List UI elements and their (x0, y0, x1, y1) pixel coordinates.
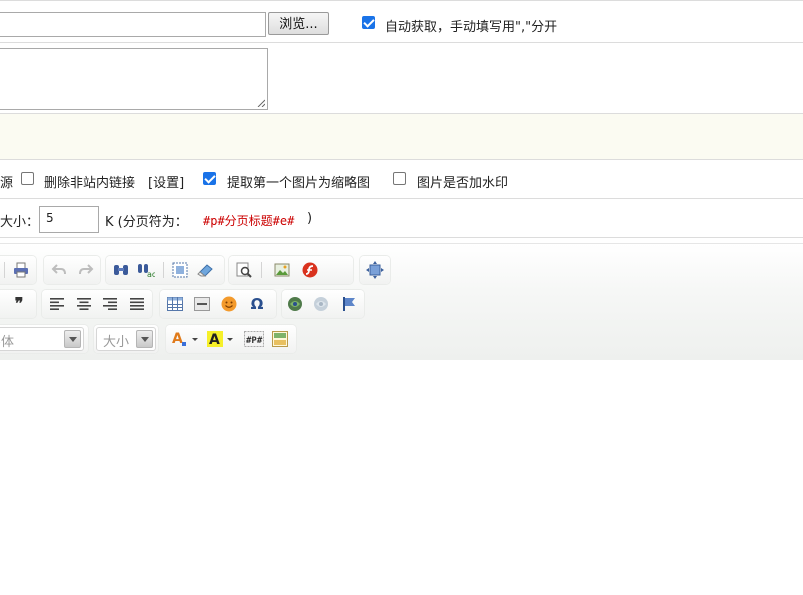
background-color-icon[interactable]: A (207, 330, 235, 348)
source-label-fragment: 源 (0, 176, 14, 191)
tag-row: 浏览... 自动获取，手动填写用","分开 (0, 0, 803, 43)
toolbar-group-edit: ac (106, 256, 224, 284)
pagination-row: 大小： K (分页符为： #p#分页标题#e# ) (0, 199, 803, 238)
tags-input[interactable] (0, 12, 266, 37)
settings-link[interactable]: [设置] (148, 172, 184, 191)
page-break-marker: #p#分页标题#e# (203, 214, 295, 228)
first-image-thumb-checkbox[interactable] (203, 172, 216, 185)
font-family-combo[interactable]: 字体 (0, 327, 84, 351)
editor-toolbar: ac ❞ Ω 体 大小 A A #P# (0, 244, 803, 360)
align-center-icon[interactable] (75, 295, 93, 313)
font-size-combo[interactable]: 大小 (96, 327, 156, 351)
watermark-label: 图片是否加水印 (417, 176, 509, 191)
svg-text:#P#: #P# (246, 336, 263, 346)
select-all-icon[interactable] (171, 261, 189, 279)
flash-icon[interactable] (301, 261, 319, 279)
watermark-checkbox[interactable] (393, 172, 406, 185)
browse-button[interactable]: 浏览... (268, 12, 329, 35)
unit-text: K (分页符为： (105, 215, 188, 230)
auto-fetch-checkbox[interactable] (362, 16, 375, 29)
align-left-icon[interactable] (48, 295, 66, 313)
link-icon[interactable] (286, 295, 304, 313)
svg-text:A: A (209, 332, 220, 347)
options-row: 源 删除非站内链接 [设置] 提取第一个图片为缩略图 图片是否加水印 (0, 160, 803, 199)
page-size-input[interactable]: 5 (39, 206, 99, 233)
remove-links-label: 删除非站内链接 (44, 176, 136, 191)
close-paren: ) (307, 211, 313, 226)
toolbar-group-color: A A #P# (166, 325, 296, 353)
svg-text:ac: ac (147, 270, 155, 278)
toolbar-group-maximize (360, 256, 390, 284)
special-char-icon[interactable]: Ω (248, 295, 266, 313)
toolbar-group-link (282, 290, 364, 318)
font-family-combo-label: 字体 (0, 335, 15, 350)
toolbar-separator (4, 262, 5, 278)
text-color-icon[interactable]: A (172, 330, 200, 348)
toolbar-group-size: 大小 (94, 325, 158, 353)
toolbar-group-insert: Ω (160, 290, 276, 318)
toolbar-group-quote: ❞ (0, 290, 36, 318)
image-icon[interactable] (273, 261, 291, 279)
toolbar-group-history (44, 256, 100, 284)
find-icon[interactable] (112, 261, 130, 279)
horizontal-rule-icon[interactable] (193, 295, 211, 313)
table-icon[interactable] (166, 295, 184, 313)
first-image-thumb-label: 提取第一个图片为缩略图 (227, 176, 371, 191)
toolbar-separator (163, 262, 164, 278)
redo-icon[interactable] (77, 261, 95, 279)
svg-text:A: A (172, 331, 183, 347)
resize-handle-icon[interactable] (257, 99, 265, 107)
page-size-label: 大小： (0, 215, 40, 230)
unlink-icon[interactable] (312, 295, 330, 313)
chevron-down-icon[interactable] (136, 330, 153, 348)
toolbar-group-font: 字体 (0, 325, 88, 353)
font-size-combo-label: 大小 (103, 335, 130, 350)
maximize-icon[interactable] (366, 261, 384, 279)
print-icon[interactable] (12, 261, 30, 279)
chevron-down-icon[interactable] (64, 330, 81, 348)
anchor-icon[interactable] (340, 295, 358, 313)
blockquote-icon[interactable]: ❞ (10, 295, 28, 313)
eraser-icon[interactable] (196, 261, 214, 279)
preview-icon[interactable] (235, 261, 253, 279)
template-icon[interactable] (271, 330, 289, 348)
justify-icon[interactable] (128, 295, 146, 313)
smiley-icon[interactable] (220, 295, 238, 313)
auto-fetch-label: 自动获取，手动填写用","分开 (385, 20, 558, 35)
page-break-icon[interactable]: #P# (244, 330, 264, 348)
toolbar-group-print (0, 256, 36, 284)
replace-icon[interactable]: ac (137, 261, 155, 279)
toolbar-separator (261, 262, 262, 278)
toolbar-group-media (229, 256, 353, 284)
align-right-icon[interactable] (101, 295, 119, 313)
remove-links-checkbox[interactable] (21, 172, 34, 185)
description-textarea[interactable] (0, 48, 268, 110)
undo-icon[interactable] (50, 261, 68, 279)
blank-row (0, 114, 803, 160)
toolbar-group-align (42, 290, 152, 318)
